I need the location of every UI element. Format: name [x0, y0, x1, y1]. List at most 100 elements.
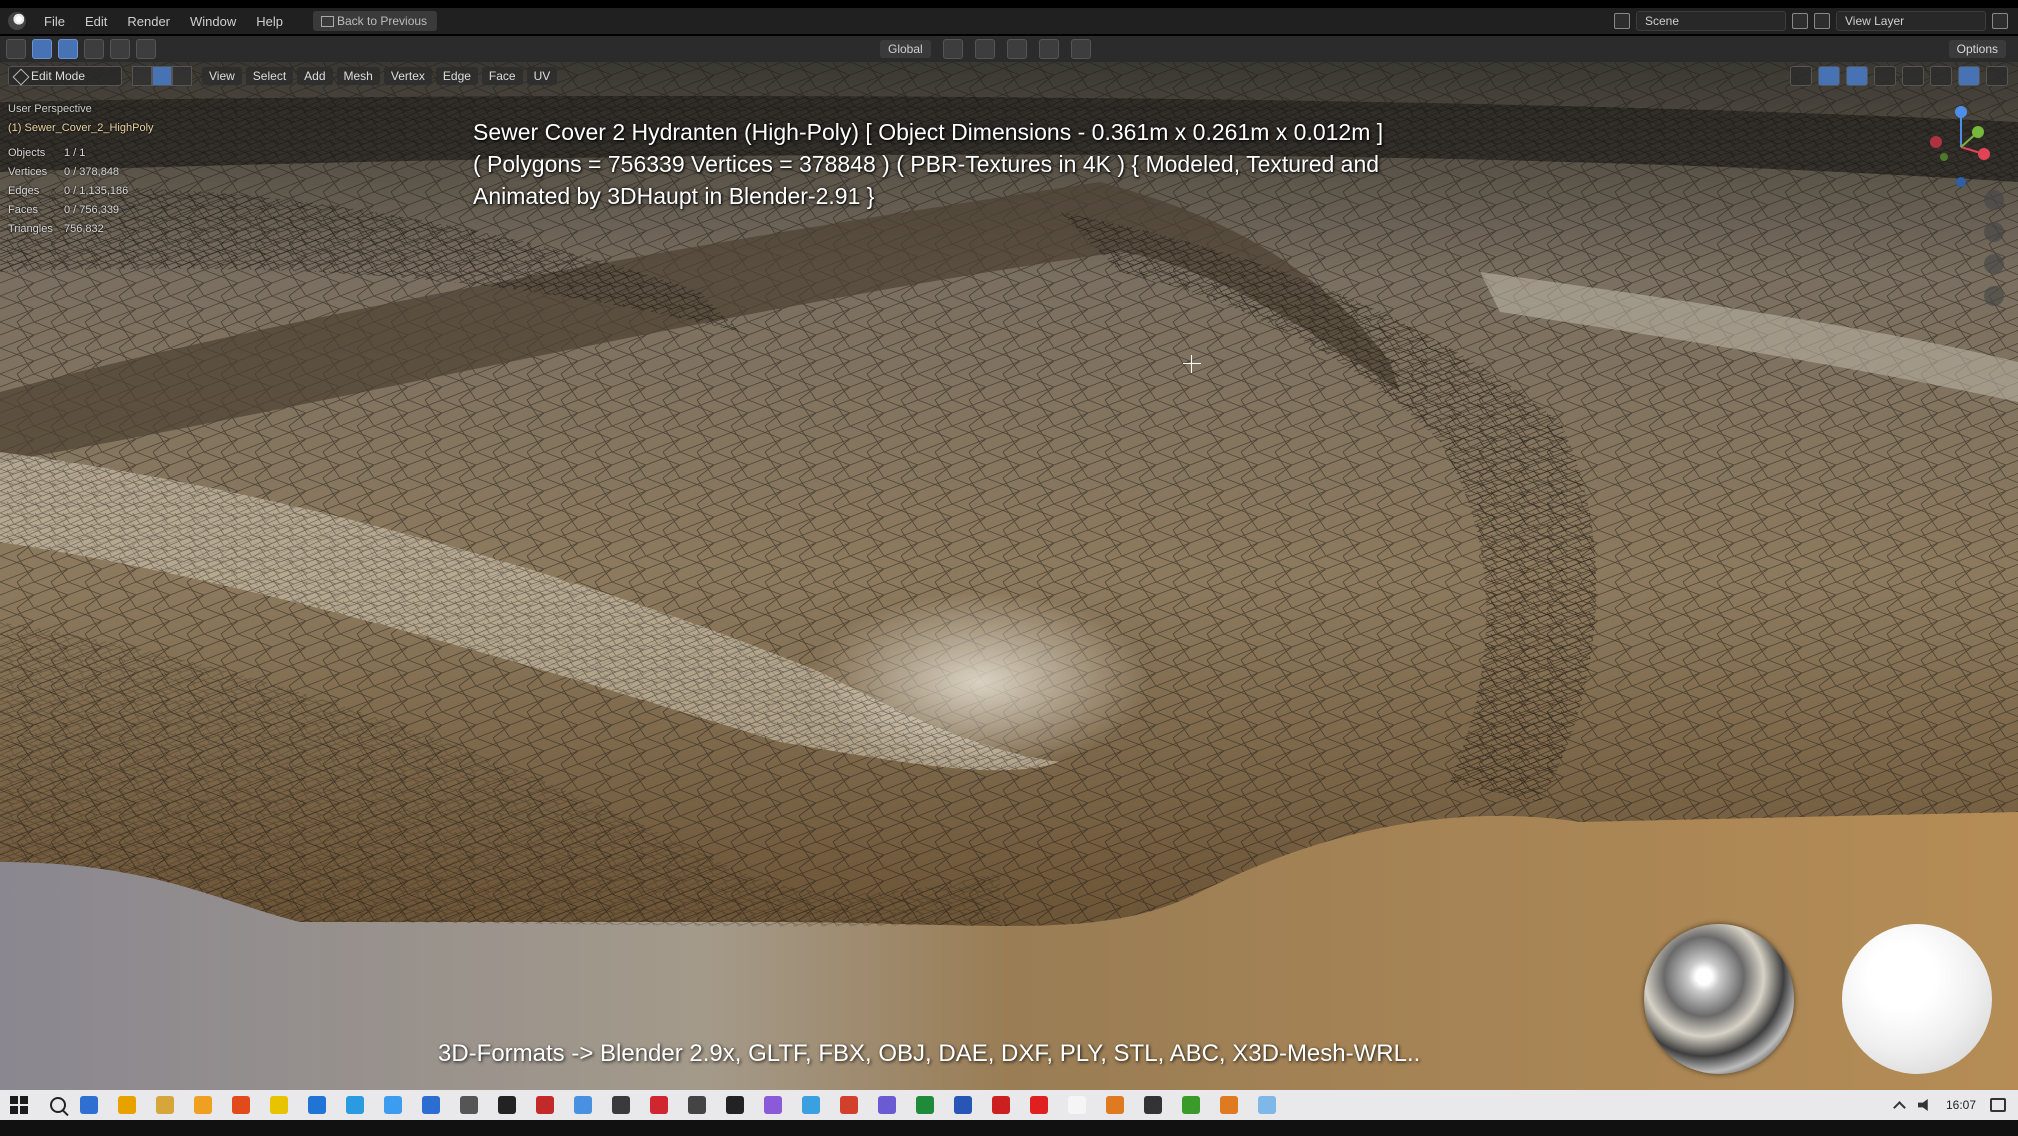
menu-help[interactable]: Help	[246, 14, 293, 29]
stat-row: Triangles 756,832	[8, 220, 154, 239]
taskbar-app-icon[interactable]	[194, 1096, 212, 1114]
menu-view[interactable]: View	[202, 67, 242, 85]
editor-type-icon[interactable]	[6, 39, 26, 59]
options-dropdown[interactable]: Options	[1948, 40, 2006, 58]
taskbar-app-icon[interactable]	[346, 1096, 364, 1114]
xray-toggle-icon[interactable]	[1874, 66, 1896, 86]
taskbar-app-icon[interactable]	[1068, 1096, 1086, 1114]
taskbar-app-icon[interactable]	[1106, 1096, 1124, 1114]
volume-icon[interactable]	[1917, 1099, 1928, 1111]
blender-window: File Edit Render Window Help Back to Pre…	[0, 0, 2018, 1136]
menu-face[interactable]: Face	[481, 67, 523, 85]
edge-select-icon[interactable]	[152, 66, 172, 86]
navigation-buttons	[1984, 190, 2004, 306]
taskbar-app-icon[interactable]	[916, 1096, 934, 1114]
menu-mesh[interactable]: Mesh	[336, 67, 380, 85]
select-mode-subtract-icon[interactable]	[110, 39, 130, 59]
neg-z-axis-icon[interactable]	[1956, 177, 1966, 187]
select-mode-extend-icon[interactable]	[84, 39, 104, 59]
select-tool-icon[interactable]	[32, 39, 52, 59]
3d-cursor-icon[interactable]	[1183, 355, 1201, 373]
taskbar-app-icon[interactable]	[156, 1096, 174, 1114]
menu-edit[interactable]: Edit	[75, 14, 117, 29]
neg-y-axis-icon[interactable]	[1940, 153, 1948, 161]
snap-target-icon[interactable]	[1006, 39, 1027, 59]
menu-file[interactable]: File	[34, 14, 75, 29]
visibility-icon[interactable]	[1790, 66, 1812, 86]
camera-view-icon[interactable]	[1984, 254, 2004, 274]
taskbar-app-icon[interactable]	[1182, 1096, 1200, 1114]
menu-edge[interactable]: Edge	[435, 67, 478, 85]
taskbar-app-icon[interactable]	[726, 1096, 744, 1114]
taskbar-app-icon[interactable]	[688, 1096, 706, 1114]
neg-x-axis-icon[interactable]	[1930, 136, 1942, 148]
gizmo-toggle-icon[interactable]	[1818, 66, 1840, 86]
taskbar-app-icon[interactable]	[764, 1096, 782, 1114]
taskbar-app-icon[interactable]	[1144, 1096, 1162, 1114]
select-mode-new-icon[interactable]	[58, 39, 78, 59]
taskbar-app-icon[interactable]	[498, 1096, 516, 1114]
taskbar-app-icon[interactable]	[954, 1096, 972, 1114]
z-axis-icon[interactable]	[1955, 106, 1967, 118]
taskbar-app-icon[interactable]	[384, 1096, 402, 1114]
vertex-select-icon[interactable]	[132, 66, 152, 86]
mode-dropdown[interactable]: Edit Mode	[8, 66, 122, 86]
menu-add[interactable]: Add	[297, 67, 333, 85]
3d-viewport[interactable]: Edit Mode View Select Add Mesh Vertex Ed…	[0, 62, 2018, 1090]
select-mode-invert-icon[interactable]	[136, 39, 156, 59]
taskbar-app-icon[interactable]	[536, 1096, 554, 1114]
new-scene-icon[interactable]	[1792, 13, 1808, 29]
taskbar-app-icon[interactable]	[1220, 1096, 1238, 1114]
material-shading-icon[interactable]	[1958, 66, 1980, 86]
navigation-gizmo[interactable]	[1926, 102, 1996, 202]
rendered-shading-icon[interactable]	[1986, 66, 2008, 86]
search-icon[interactable]	[50, 1097, 66, 1113]
taskbar-app-icon[interactable]	[992, 1096, 1010, 1114]
taskbar-app-icon[interactable]	[802, 1096, 820, 1114]
taskbar-app-icon[interactable]	[308, 1096, 326, 1114]
menu-select[interactable]: Select	[245, 67, 294, 85]
taskbar-app-icon[interactable]	[460, 1096, 478, 1114]
solid-shading-icon[interactable]	[1930, 66, 1952, 86]
pan-hand-icon[interactable]	[1984, 222, 2004, 242]
zoom-icon[interactable]	[1984, 190, 2004, 210]
scene-field[interactable]: Scene	[1636, 11, 1786, 31]
proportional-edit-icon[interactable]	[1038, 39, 1059, 59]
x-axis-icon[interactable]	[1978, 148, 1990, 160]
taskbar-app-icon[interactable]	[422, 1096, 440, 1114]
taskbar-app-icon[interactable]	[270, 1096, 288, 1114]
overlay-toggle-icon[interactable]	[1846, 66, 1868, 86]
windows-start-icon[interactable]	[10, 1096, 28, 1114]
ortho-toggle-icon[interactable]	[1984, 286, 2004, 306]
blender-logo-icon[interactable]	[8, 12, 26, 30]
taskbar-app-icon[interactable]	[1258, 1096, 1276, 1114]
menu-vertex[interactable]: Vertex	[383, 67, 432, 85]
snap-icon[interactable]	[974, 39, 995, 59]
menu-render[interactable]: Render	[117, 14, 180, 29]
new-view-layer-icon[interactable]	[1992, 13, 2008, 29]
taskbar-app-icon[interactable]	[878, 1096, 896, 1114]
taskbar-app-icon[interactable]	[840, 1096, 858, 1114]
taskbar-app-icon[interactable]	[574, 1096, 592, 1114]
taskbar-app-icon[interactable]	[80, 1096, 98, 1114]
taskbar-app-icon[interactable]	[612, 1096, 630, 1114]
menu-window[interactable]: Window	[180, 14, 246, 29]
taskbar-app-icon[interactable]	[232, 1096, 250, 1114]
scene-icon[interactable]	[1614, 13, 1630, 29]
clock[interactable]: 16:07	[1946, 1098, 1976, 1112]
back-to-previous-button[interactable]: Back to Previous	[313, 11, 438, 31]
wireframe-shading-icon[interactable]	[1902, 66, 1924, 86]
falloff-icon[interactable]	[1070, 39, 1091, 59]
notifications-icon[interactable]	[1990, 1098, 2006, 1112]
menu-uv[interactable]: UV	[526, 67, 558, 85]
taskbar-app-icon[interactable]	[650, 1096, 668, 1114]
orientation-dropdown[interactable]: Global	[880, 40, 931, 58]
show-hidden-icons-icon[interactable]	[1893, 1101, 1906, 1114]
face-select-icon[interactable]	[172, 66, 192, 86]
pivot-point-icon[interactable]	[942, 39, 963, 59]
taskbar-app-icon[interactable]	[118, 1096, 136, 1114]
view-layer-icon[interactable]	[1814, 13, 1830, 29]
y-axis-icon[interactable]	[1972, 126, 1984, 138]
view-layer-field[interactable]: View Layer	[1836, 11, 1986, 31]
taskbar-app-icon[interactable]	[1030, 1096, 1048, 1114]
